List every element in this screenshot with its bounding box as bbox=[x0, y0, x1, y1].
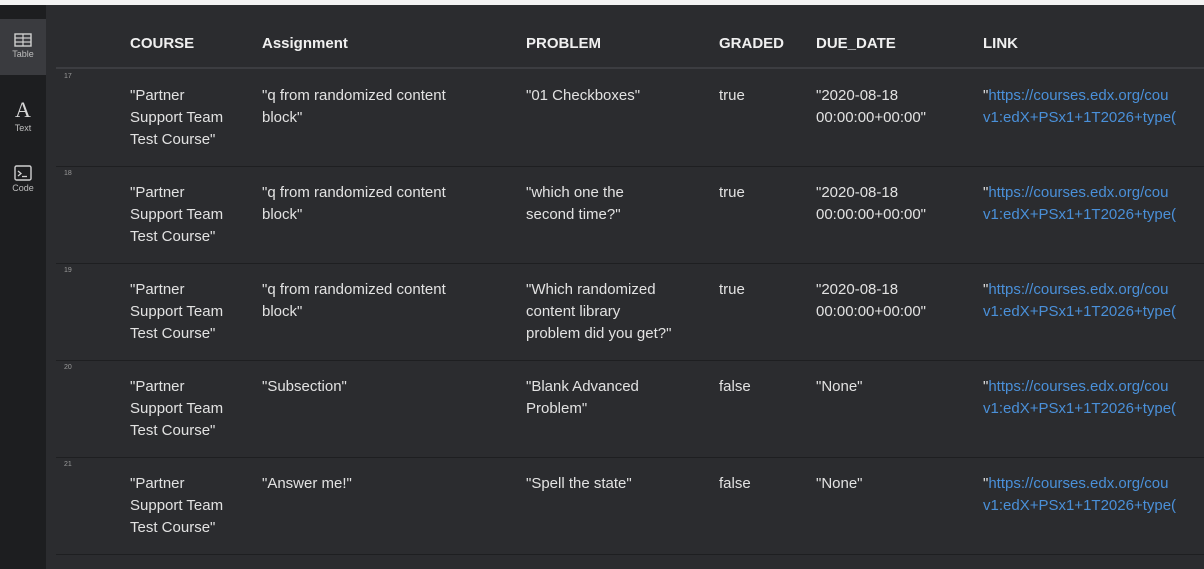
cell-problem: "which one the second time?" bbox=[526, 184, 624, 223]
cell-course: "Partner Support Team Test Course" bbox=[130, 475, 224, 536]
text-icon: A bbox=[15, 97, 31, 122]
table-header: COURSE Assignment PROBLEM GRADED DUE_DAT… bbox=[56, 15, 1204, 69]
cell-link[interactable]: "https://courses.edx.org/cou v1:edX+PSx1… bbox=[983, 279, 1204, 323]
row-index: 17 bbox=[64, 73, 72, 80]
table-row: 19 "Partner Support Team Test Course" "q… bbox=[56, 263, 1204, 361]
cell-link[interactable]: "https://courses.edx.org/cou v1:edX+PSx1… bbox=[983, 376, 1204, 420]
sidebar-item-label: Code bbox=[12, 183, 34, 193]
cell-due-date: "2020-08-18 00:00:00+00:00" bbox=[816, 87, 927, 126]
cell-course: "Partner Support Team Test Course" bbox=[130, 281, 224, 342]
link-text-line1[interactable]: "https://courses.edx.org/cou bbox=[983, 376, 1204, 398]
cell-graded: false bbox=[719, 475, 751, 492]
link-text-line1[interactable]: "https://courses.edx.org/cou bbox=[983, 182, 1204, 204]
terminal-icon bbox=[0, 165, 46, 181]
cell-assignment: "Subsection" bbox=[262, 378, 347, 395]
column-header-problem[interactable]: PROBLEM bbox=[526, 35, 601, 52]
sidebar-item-label: Text bbox=[14, 123, 32, 133]
cell-due-date: "None" bbox=[816, 378, 863, 395]
cell-course: "Partner Support Team Test Course" bbox=[130, 87, 224, 148]
cell-assignment: "Answer me!" bbox=[262, 475, 352, 492]
column-header-assignment[interactable]: Assignment bbox=[262, 35, 348, 52]
cell-problem: "01 Checkboxes" bbox=[526, 87, 641, 104]
cell-graded: false bbox=[719, 378, 751, 395]
cell-course: "Partner Support Team Test Course" bbox=[130, 184, 224, 245]
view-mode-sidebar: Table A Text Code bbox=[0, 5, 46, 569]
link-text-line2[interactable]: v1:edX+PSx1+1T2026+type( bbox=[983, 495, 1204, 517]
link-text-line1[interactable]: "https://courses.edx.org/cou bbox=[983, 473, 1204, 495]
sidebar-item-label: Table bbox=[12, 49, 34, 59]
table-row: 17 "Partner Support Team Test Course" "q… bbox=[56, 69, 1204, 167]
cell-problem: "Which randomized content library proble… bbox=[526, 281, 672, 342]
cell-due-date: "2020-08-18 00:00:00+00:00" bbox=[816, 281, 927, 320]
column-header-due-date[interactable]: DUE_DATE bbox=[816, 35, 896, 52]
notebook-output-viewer: Table A Text Code COURSE Assignment PROB… bbox=[0, 0, 1204, 569]
cell-graded: true bbox=[719, 87, 745, 104]
data-table: COURSE Assignment PROBLEM GRADED DUE_DAT… bbox=[56, 5, 1204, 569]
link-text-line2[interactable]: v1:edX+PSx1+1T2026+type( bbox=[983, 301, 1204, 323]
column-header-course[interactable]: COURSE bbox=[130, 35, 194, 52]
cell-problem: "Blank Advanced Problem" bbox=[526, 378, 639, 417]
row-index: 21 bbox=[64, 461, 72, 468]
link-text-line1[interactable]: "https://courses.edx.org/cou bbox=[983, 279, 1204, 301]
table-icon bbox=[0, 33, 46, 47]
cell-graded: true bbox=[719, 184, 745, 201]
cell-assignment: "q from randomized content block" bbox=[262, 87, 446, 126]
cell-assignment: "q from randomized content block" bbox=[262, 281, 446, 320]
cell-link[interactable]: "https://courses.edx.org/cou v1:edX+PSx1… bbox=[983, 85, 1204, 129]
table-row: 20 "Partner Support Team Test Course" "S… bbox=[56, 360, 1204, 458]
row-index: 20 bbox=[64, 364, 72, 371]
column-header-graded[interactable]: GRADED bbox=[719, 35, 784, 52]
link-text-line2[interactable]: v1:edX+PSx1+1T2026+type( bbox=[983, 398, 1204, 420]
cell-course: "Partner Support Team Test Course" bbox=[130, 378, 224, 439]
table-row: 21 "Partner Support Team Test Course" "A… bbox=[56, 457, 1204, 555]
link-text-line1[interactable]: "https://courses.edx.org/cou bbox=[983, 85, 1204, 107]
link-text-line2[interactable]: v1:edX+PSx1+1T2026+type( bbox=[983, 107, 1204, 129]
sidebar-item-text[interactable]: A Text bbox=[0, 93, 46, 155]
row-index: 19 bbox=[64, 267, 72, 274]
cell-due-date: "None" bbox=[816, 475, 863, 492]
cell-graded: true bbox=[719, 281, 745, 298]
sidebar-item-table[interactable]: Table bbox=[0, 19, 46, 75]
cell-link[interactable]: "https://courses.edx.org/cou v1:edX+PSx1… bbox=[983, 473, 1204, 517]
sidebar-item-code[interactable]: Code bbox=[0, 165, 46, 221]
cell-due-date: "2020-08-18 00:00:00+00:00" bbox=[816, 184, 927, 223]
link-text-line2[interactable]: v1:edX+PSx1+1T2026+type( bbox=[983, 204, 1204, 226]
row-index: 18 bbox=[64, 170, 72, 177]
cell-problem: "Spell the state" bbox=[526, 475, 632, 492]
column-header-link[interactable]: LINK bbox=[983, 35, 1018, 52]
cell-assignment: "q from randomized content block" bbox=[262, 184, 446, 223]
cell-link[interactable]: "https://courses.edx.org/cou v1:edX+PSx1… bbox=[983, 182, 1204, 226]
table-row: 18 "Partner Support Team Test Course" "q… bbox=[56, 166, 1204, 264]
